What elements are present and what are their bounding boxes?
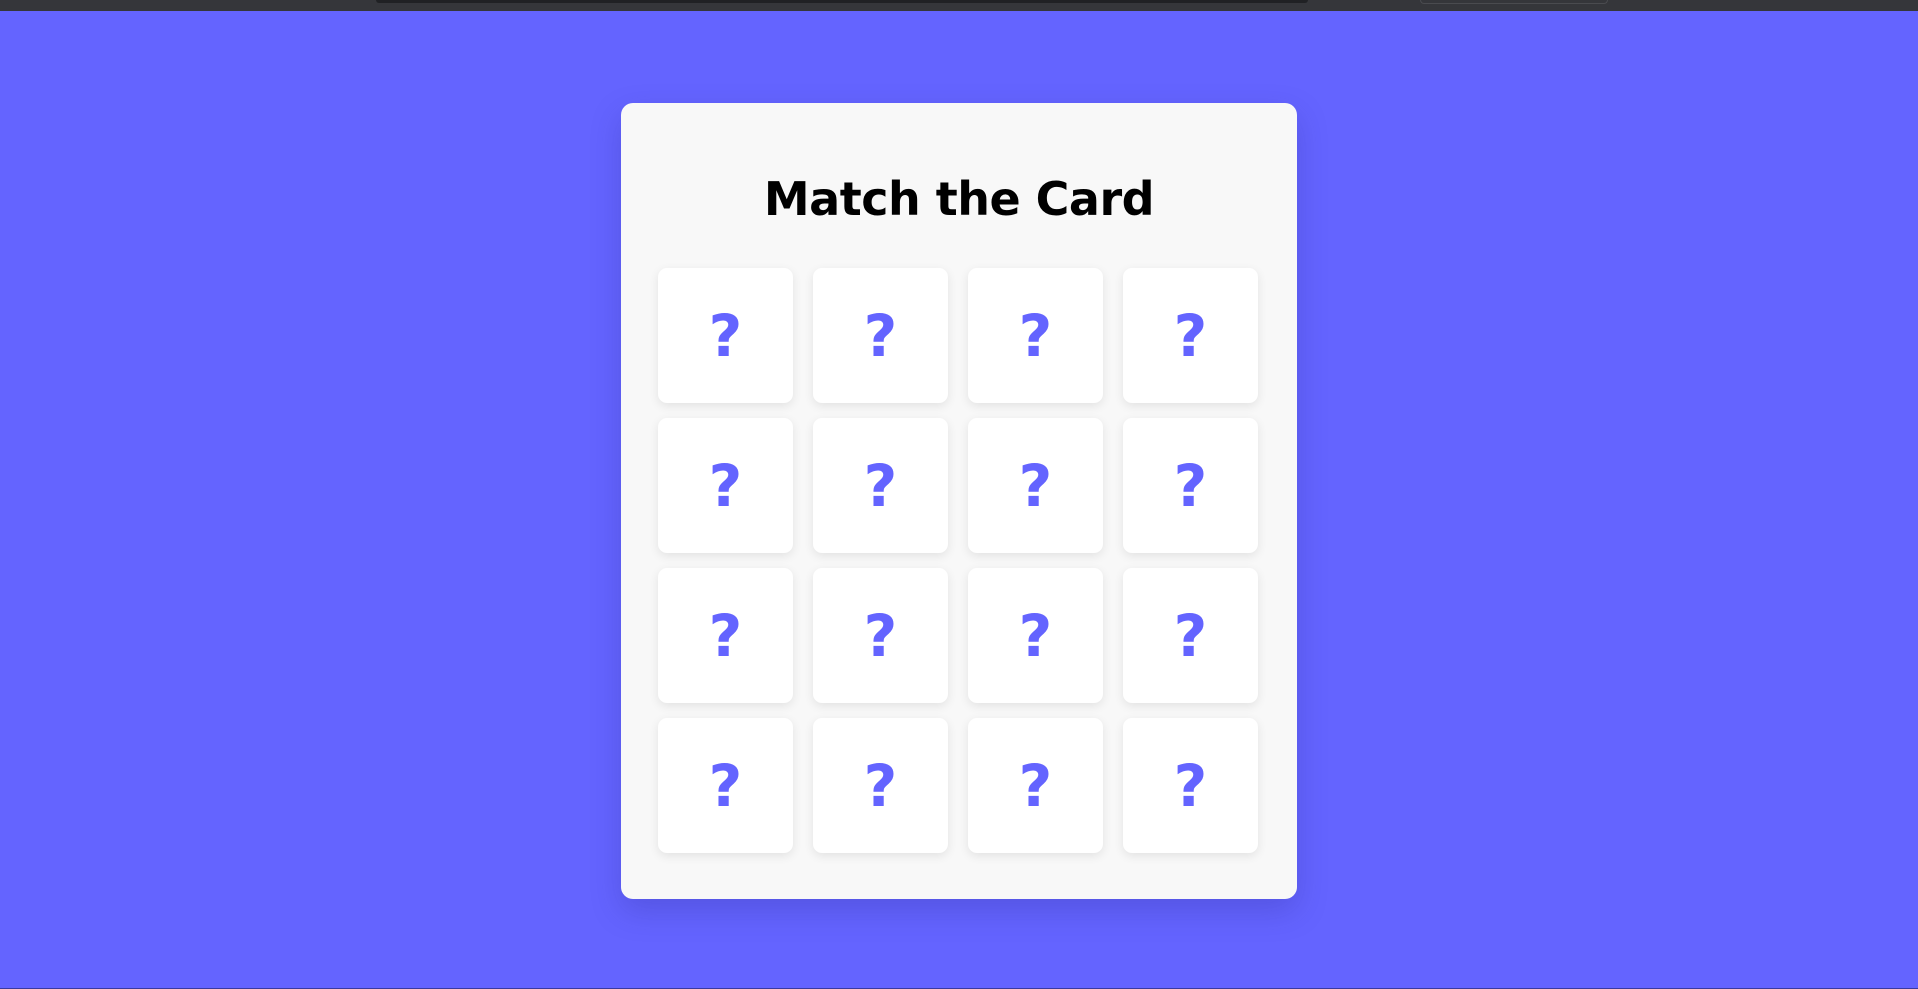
memory-card[interactable]: ? bbox=[813, 268, 948, 403]
memory-card[interactable]: ? bbox=[1123, 418, 1258, 553]
memory-card[interactable]: ? bbox=[1123, 718, 1258, 853]
memory-card[interactable]: ? bbox=[658, 718, 793, 853]
card-grid: ? ? ? ? ? ? ? ? ? ? ? ? ? ? ? ? bbox=[658, 268, 1259, 854]
question-mark-icon: ? bbox=[708, 451, 743, 520]
game-title: Match the Card bbox=[763, 172, 1155, 226]
question-mark-icon: ? bbox=[863, 451, 898, 520]
question-mark-icon: ? bbox=[1173, 601, 1208, 670]
memory-card[interactable]: ? bbox=[968, 718, 1103, 853]
browser-address-bar[interactable] bbox=[376, 0, 1308, 3]
memory-card[interactable]: ? bbox=[968, 418, 1103, 553]
browser-top-bar bbox=[0, 0, 1918, 11]
question-mark-icon: ? bbox=[1018, 301, 1053, 370]
memory-card[interactable]: ? bbox=[813, 568, 948, 703]
question-mark-icon: ? bbox=[1173, 301, 1208, 370]
memory-card[interactable]: ? bbox=[813, 418, 948, 553]
memory-card[interactable]: ? bbox=[968, 568, 1103, 703]
question-mark-icon: ? bbox=[1018, 451, 1053, 520]
question-mark-icon: ? bbox=[708, 301, 743, 370]
question-mark-icon: ? bbox=[1173, 451, 1208, 520]
browser-toolbar-area bbox=[1420, 0, 1608, 4]
question-mark-icon: ? bbox=[1173, 751, 1208, 820]
question-mark-icon: ? bbox=[863, 751, 898, 820]
memory-card[interactable]: ? bbox=[1123, 568, 1258, 703]
question-mark-icon: ? bbox=[863, 601, 898, 670]
memory-card[interactable]: ? bbox=[658, 268, 793, 403]
memory-card[interactable]: ? bbox=[658, 418, 793, 553]
question-mark-icon: ? bbox=[708, 751, 743, 820]
memory-card[interactable]: ? bbox=[1123, 268, 1258, 403]
question-mark-icon: ? bbox=[1018, 751, 1053, 820]
memory-card[interactable]: ? bbox=[813, 718, 948, 853]
question-mark-icon: ? bbox=[1018, 601, 1053, 670]
memory-card[interactable]: ? bbox=[658, 568, 793, 703]
memory-card[interactable]: ? bbox=[968, 268, 1103, 403]
question-mark-icon: ? bbox=[708, 601, 743, 670]
question-mark-icon: ? bbox=[863, 301, 898, 370]
